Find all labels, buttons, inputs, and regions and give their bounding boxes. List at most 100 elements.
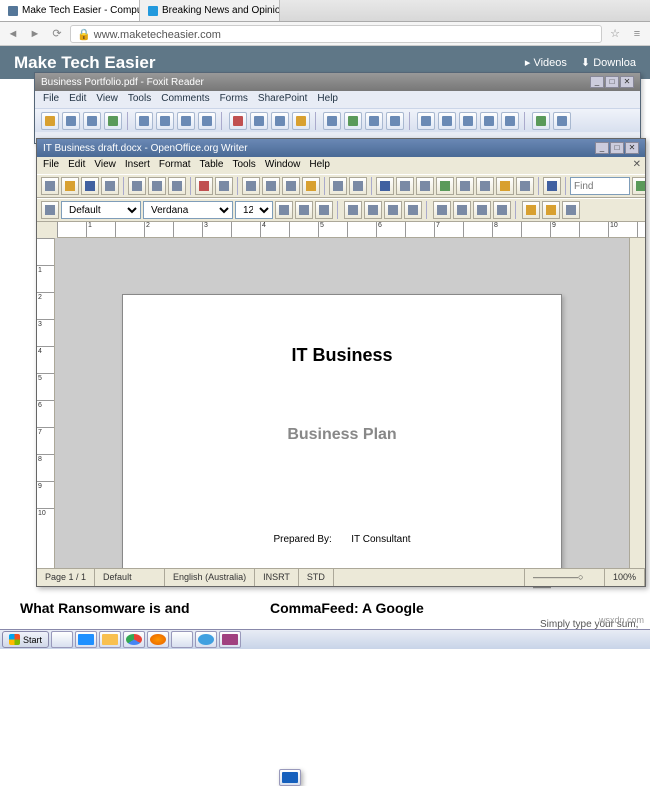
italic-icon[interactable]	[295, 201, 313, 219]
menu-file[interactable]: File	[43, 159, 59, 172]
align-justify-icon[interactable]	[404, 201, 422, 219]
underline-icon[interactable]	[315, 201, 333, 219]
help-icon[interactable]	[543, 177, 561, 195]
tool-icon[interactable]	[323, 112, 341, 130]
tool-icon[interactable]	[480, 112, 498, 130]
menu-insert[interactable]: Insert	[125, 159, 150, 172]
zoom-slider[interactable]: —————○——	[525, 569, 605, 586]
status-insrt[interactable]: INSRT	[255, 569, 299, 586]
menu-view[interactable]: View	[94, 159, 116, 172]
hyperlink-icon[interactable]	[376, 177, 394, 195]
tool-icon[interactable]	[292, 112, 310, 130]
maximize-icon[interactable]: □	[610, 142, 624, 154]
menu-format[interactable]: Format	[159, 159, 191, 172]
undo-icon[interactable]	[329, 177, 347, 195]
paste-icon[interactable]	[282, 177, 300, 195]
doc-heading-2[interactable]: Business Plan	[163, 426, 521, 444]
document-page[interactable]: IT Business Business Plan Prepared By: I…	[122, 294, 562, 568]
tool-icon[interactable]	[365, 112, 383, 130]
status-lang[interactable]: English (Australia)	[165, 569, 255, 586]
taskbar-app-generic[interactable]	[171, 631, 193, 648]
menu-view[interactable]: View	[96, 93, 118, 106]
bold-icon[interactable]	[275, 201, 293, 219]
print-icon[interactable]	[83, 112, 101, 130]
doc-prepared-line[interactable]: Prepared By: IT Consultant	[163, 534, 521, 545]
align-center-icon[interactable]	[364, 201, 382, 219]
status-std[interactable]: STD	[299, 569, 334, 586]
align-right-icon[interactable]	[384, 201, 402, 219]
tool-icon[interactable]	[156, 112, 174, 130]
copy-icon[interactable]	[262, 177, 280, 195]
menu-edit[interactable]: Edit	[69, 93, 86, 106]
highlight-icon[interactable]	[542, 201, 560, 219]
taskbar-app-openoffice[interactable]	[279, 769, 301, 786]
open-icon[interactable]	[41, 112, 59, 130]
taskbar-app-folder[interactable]	[219, 631, 241, 648]
browser-tab-mte[interactable]: Make Tech Easier - Compute	[0, 0, 140, 21]
menu-edit[interactable]: Edit	[68, 159, 85, 172]
spellcheck-icon[interactable]	[195, 177, 213, 195]
tool-icon[interactable]	[229, 112, 247, 130]
nav-downloads[interactable]: ⬇ Downloa	[581, 56, 636, 69]
tool-icon[interactable]	[459, 112, 477, 130]
back-icon[interactable]: ◄	[4, 25, 22, 43]
fontsize-select[interactable]: 12	[235, 201, 273, 219]
font-color-icon[interactable]	[522, 201, 540, 219]
taskbar-app-printer[interactable]	[51, 631, 73, 648]
taskbar-app-explorer[interactable]	[99, 631, 121, 648]
taskbar-app-chrome[interactable]	[123, 631, 145, 648]
menu-window[interactable]: Window	[265, 159, 301, 172]
redo-icon[interactable]	[349, 177, 367, 195]
gallery-icon[interactable]	[496, 177, 514, 195]
new-icon[interactable]	[41, 177, 59, 195]
taskbar-app-cloud[interactable]	[195, 631, 217, 648]
site-logo[interactable]: Make Tech Easier	[14, 53, 155, 73]
menu-help[interactable]: Help	[309, 159, 330, 172]
export-pdf-icon[interactable]	[128, 177, 146, 195]
autospell-icon[interactable]	[215, 177, 233, 195]
tool-icon[interactable]	[271, 112, 289, 130]
tool-icon[interactable]	[250, 112, 268, 130]
preview-icon[interactable]	[168, 177, 186, 195]
save-icon[interactable]	[62, 112, 80, 130]
tool-icon[interactable]	[438, 112, 456, 130]
minimize-icon[interactable]: _	[595, 142, 609, 154]
document-canvas[interactable]: IT Business Business Plan Prepared By: I…	[55, 238, 629, 568]
menu-icon[interactable]: ≡	[628, 25, 646, 43]
foxit-titlebar[interactable]: Business Portfolio.pdf - Foxit Reader _□…	[35, 73, 640, 91]
find-next-icon[interactable]	[632, 177, 645, 195]
style-select[interactable]: Default	[61, 201, 141, 219]
tool-icon[interactable]	[501, 112, 519, 130]
find-input[interactable]	[570, 177, 630, 195]
menu-table[interactable]: Table	[200, 159, 224, 172]
tool-icon[interactable]	[344, 112, 362, 130]
taskbar-app-ie[interactable]	[75, 631, 97, 648]
menu-file[interactable]: File	[43, 93, 59, 106]
font-select[interactable]: Verdana	[143, 201, 233, 219]
minimize-icon[interactable]: _	[590, 76, 604, 88]
indent-dec-icon[interactable]	[473, 201, 491, 219]
ruler-horizontal[interactable]: 123456789101112131415161718	[57, 222, 645, 238]
taskbar-app-firefox[interactable]	[147, 631, 169, 648]
tool-icon[interactable]	[456, 177, 474, 195]
scrollbar-vertical[interactable]	[629, 238, 645, 568]
table-icon[interactable]	[396, 177, 414, 195]
oo-titlebar[interactable]: IT Business draft.docx - OpenOffice.org …	[37, 139, 645, 157]
menu-forms[interactable]: Forms	[220, 93, 248, 106]
reload-icon[interactable]: ⟳	[48, 25, 66, 43]
forward-icon[interactable]: ►	[26, 25, 44, 43]
styles-icon[interactable]	[41, 201, 59, 219]
close-icon[interactable]: ✕	[620, 76, 634, 88]
tool-icon[interactable]	[516, 177, 534, 195]
menu-sharepoint[interactable]: SharePoint	[258, 93, 307, 106]
tool-icon[interactable]	[386, 112, 404, 130]
print-icon[interactable]	[148, 177, 166, 195]
email-icon[interactable]	[104, 112, 122, 130]
open-icon[interactable]	[61, 177, 79, 195]
indent-inc-icon[interactable]	[493, 201, 511, 219]
list-bullet-icon[interactable]	[453, 201, 471, 219]
bgcolor-icon[interactable]	[562, 201, 580, 219]
start-button[interactable]: Start	[2, 631, 49, 648]
tool-icon[interactable]	[417, 112, 435, 130]
close-icon[interactable]: ✕	[625, 142, 639, 154]
